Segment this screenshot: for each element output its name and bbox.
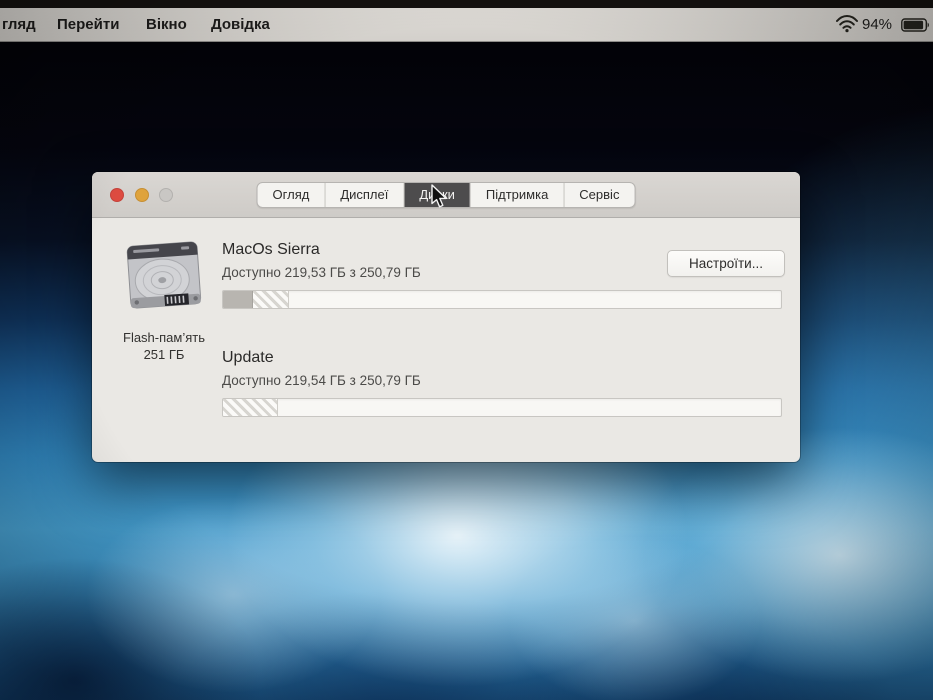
zoom-button[interactable] <box>159 188 173 202</box>
tab-displays[interactable]: Дисплеї <box>325 183 405 207</box>
usage-hatch-segment <box>253 291 289 308</box>
battery-percent: 94% <box>862 16 893 33</box>
screen: гляд Перейти Вікно Довідка 94% Огляд Дис… <box>0 0 933 700</box>
menu-bar: гляд Перейти Вікно Довідка 94% <box>0 8 933 42</box>
screen-bezel <box>0 0 933 8</box>
disk-available-text: Доступно 219,53 ГБ з 250,79 ГБ <box>222 265 421 280</box>
close-button[interactable] <box>110 188 124 202</box>
disk-name: MacOs Sierra <box>222 241 320 258</box>
system-info-window: Огляд Дисплеї Диски Підтримка Сервіс <box>92 172 800 462</box>
configure-button[interactable]: Настроїти... <box>667 250 785 277</box>
hard-drive-icon <box>121 232 207 325</box>
tab-service[interactable]: Сервіс <box>564 183 634 207</box>
usage-hatch-segment <box>223 399 278 416</box>
menu-item-help[interactable]: Довідка <box>207 8 274 42</box>
device-capacity-label: 251 ГБ <box>143 347 185 362</box>
battery-icon[interactable] <box>901 18 931 37</box>
usage-solid-segment <box>223 291 253 308</box>
tab-overview[interactable]: Огляд <box>258 183 326 207</box>
wifi-icon[interactable] <box>836 14 858 38</box>
menu-item-window[interactable]: Вікно <box>142 8 191 42</box>
mouse-cursor-icon <box>429 184 449 215</box>
menu-item-view[interactable]: гляд <box>0 8 40 42</box>
disk-name: Update <box>222 349 274 366</box>
minimize-button[interactable] <box>135 188 149 202</box>
tab-support[interactable]: Підтримка <box>471 183 565 207</box>
disk-available-text: Доступно 219,54 ГБ з 250,79 ГБ <box>222 373 421 388</box>
disk-usage-bar <box>222 398 782 417</box>
device-column: Flash-пам’ять 251 ГБ <box>104 232 224 363</box>
device-name-label: Flash-пам’ять <box>123 330 205 345</box>
disk-usage-bar <box>222 290 782 309</box>
menu-item-go[interactable]: Перейти <box>53 8 123 42</box>
